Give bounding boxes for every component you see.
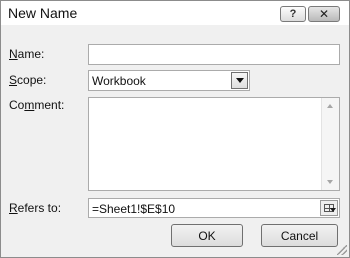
resize-grip-icon[interactable] <box>337 245 347 255</box>
scope-label: Scope: <box>9 73 46 87</box>
help-button[interactable]: ? <box>280 6 306 22</box>
comment-label: Comment: <box>9 98 64 112</box>
refers-to-value: =Sheet1!$E$10 <box>92 202 176 216</box>
name-label: Name: <box>9 47 44 61</box>
scope-select[interactable]: Workbook <box>88 70 250 91</box>
comment-textarea[interactable] <box>88 97 340 191</box>
comment-scrollbar[interactable] <box>321 98 339 190</box>
chevron-down-icon <box>235 78 244 83</box>
refers-to-label-text: efers to: <box>17 201 62 215</box>
close-icon: ✕ <box>318 7 330 21</box>
title-bar: New Name ? ✕ <box>1 1 349 25</box>
help-icon: ? <box>289 8 297 20</box>
scope-select-value: Workbook <box>92 74 146 88</box>
new-name-dialog: New Name ? ✕ Name: Scope: Workbook Comme… <box>0 0 350 258</box>
range-select-button[interactable] <box>320 200 338 216</box>
scope-label-access-key: S <box>9 73 18 87</box>
comment-label-text: ment: <box>34 98 65 112</box>
name-label-text: ame: <box>17 47 45 61</box>
cancel-button[interactable]: Cancel <box>261 224 338 247</box>
range-select-arrow-icon <box>330 208 336 212</box>
scroll-down-icon[interactable] <box>327 180 333 184</box>
scope-label-text: cope: <box>17 73 47 87</box>
refers-to-input[interactable]: =Sheet1!$E$10 <box>88 198 340 218</box>
refers-to-label-access-key: R <box>9 201 18 215</box>
close-button[interactable]: ✕ <box>308 6 340 22</box>
name-label-access-key: N <box>9 47 18 61</box>
comment-label-pre: Co <box>9 98 25 112</box>
scope-dropdown-button[interactable] <box>231 72 248 89</box>
ok-button[interactable]: OK <box>171 224 243 247</box>
comment-label-access-key: m <box>24 98 35 112</box>
name-input[interactable] <box>88 44 340 65</box>
scroll-up-icon[interactable] <box>327 104 333 108</box>
refers-to-label: Refers to: <box>9 201 61 215</box>
dialog-title: New Name <box>8 5 78 21</box>
